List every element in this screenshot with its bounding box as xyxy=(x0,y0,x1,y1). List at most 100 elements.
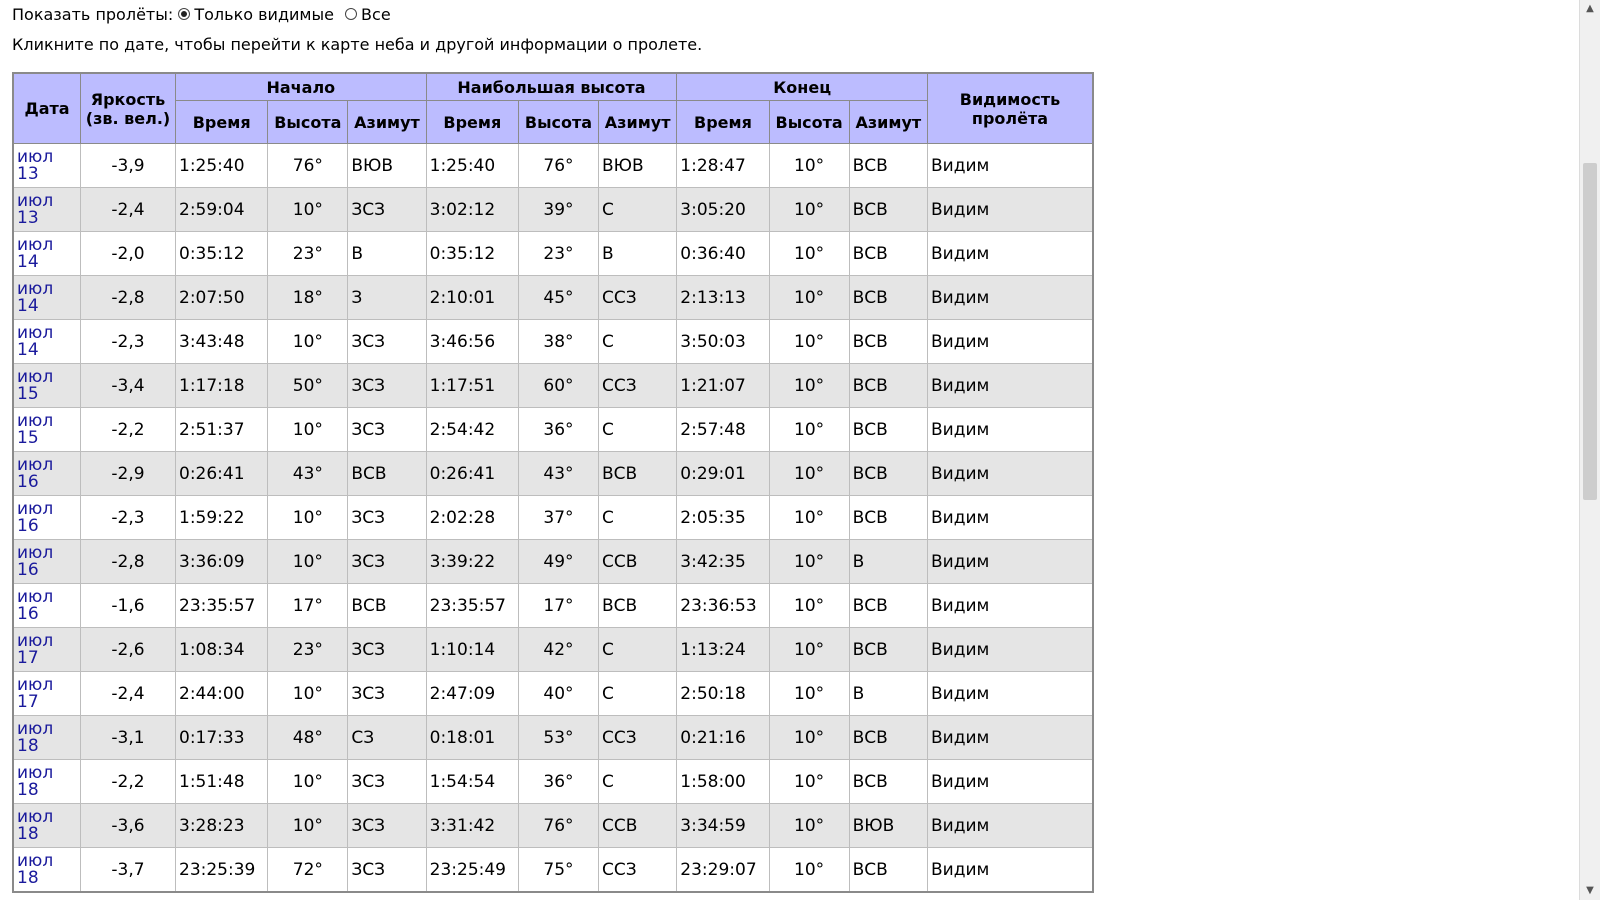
date-cell: июл 17 xyxy=(12,627,81,672)
pass-date-link[interactable]: июл 15 xyxy=(17,411,53,448)
visibility-cell: Видим xyxy=(927,275,1094,320)
end-time-cell: 1:21:07 xyxy=(676,363,770,408)
visibility-cell: Видим xyxy=(927,363,1094,408)
table-row: июл 18 -3,7 23:25:39 72° ЗСЗ 23:25:49 75° ССЗ 23:… xyxy=(12,847,1094,893)
max-azimuth-cell: С xyxy=(597,495,678,540)
pass-date-link[interactable]: июл 13 xyxy=(17,191,53,228)
max-altitude-cell: 36° xyxy=(517,759,599,804)
date-day[interactable]: 18 xyxy=(17,824,39,844)
header-max: Наибольшая высота xyxy=(425,72,678,101)
scrollbar-thumb[interactable] xyxy=(1583,163,1597,500)
pass-date-link[interactable]: июл 14 xyxy=(17,279,53,316)
end-time-cell: 2:57:48 xyxy=(676,407,770,452)
table-row: июл 13 -2,4 2:59:04 10° ЗСЗ 3:02:12 39° С 3:05:20… xyxy=(12,187,1094,232)
radio-visible-checked-icon[interactable] xyxy=(178,8,191,20)
visibility-cell: Видим xyxy=(927,187,1094,232)
filter-option-all-label[interactable]: Все xyxy=(361,5,391,24)
visibility-cell: Видим xyxy=(927,231,1094,276)
start-altitude-cell: 23° xyxy=(267,231,349,276)
start-time-cell: 1:17:18 xyxy=(174,363,269,408)
date-day[interactable]: 18 xyxy=(17,780,39,800)
table-row: июл 15 -3,4 1:17:18 50° ЗСЗ 1:17:51 60° ССЗ 1:21:… xyxy=(12,363,1094,408)
brightness-cell: -2,0 xyxy=(80,231,176,276)
start-altitude-cell: 48° xyxy=(267,715,349,760)
date-day[interactable]: 13 xyxy=(17,164,39,184)
pass-date-link[interactable]: июл 16 xyxy=(17,455,53,492)
pass-date-link[interactable]: июл 14 xyxy=(17,323,53,360)
header-start-time: Время xyxy=(174,100,269,144)
date-day[interactable]: 14 xyxy=(17,340,39,360)
date-cell: июл 18 xyxy=(12,847,81,893)
pass-date-link[interactable]: июл 13 xyxy=(17,147,53,184)
max-azimuth-cell: С xyxy=(597,671,678,716)
brightness-cell: -3,4 xyxy=(80,363,176,408)
pass-date-link[interactable]: июл 14 xyxy=(17,235,53,272)
end-time-cell: 23:36:53 xyxy=(676,583,770,628)
date-day[interactable]: 15 xyxy=(17,384,39,404)
end-altitude-cell: 10° xyxy=(768,627,850,672)
date-day[interactable]: 16 xyxy=(17,516,39,536)
end-time-cell: 0:36:40 xyxy=(676,231,770,276)
start-altitude-cell: 10° xyxy=(267,319,349,364)
header-visibility: Видимость пролёта xyxy=(927,72,1094,144)
pass-date-link[interactable]: июл 17 xyxy=(17,631,53,668)
date-day[interactable]: 14 xyxy=(17,296,39,316)
max-time-cell: 3:46:56 xyxy=(425,319,519,364)
end-altitude-cell: 10° xyxy=(768,143,850,188)
end-altitude-cell: 10° xyxy=(768,715,850,760)
visibility-cell: Видим xyxy=(927,583,1094,628)
date-day[interactable]: 16 xyxy=(17,604,39,624)
start-time-cell: 2:07:50 xyxy=(174,275,269,320)
date-day[interactable]: 13 xyxy=(17,208,39,228)
pass-date-link[interactable]: июл 17 xyxy=(17,675,53,712)
filter-option-visible-label[interactable]: Только видимые xyxy=(194,5,334,24)
end-altitude-cell: 10° xyxy=(768,187,850,232)
date-cell: июл 13 xyxy=(12,143,81,188)
date-day[interactable]: 16 xyxy=(17,472,39,492)
date-day[interactable]: 17 xyxy=(17,692,39,712)
max-altitude-cell: 37° xyxy=(517,495,599,540)
start-azimuth-cell: СЗ xyxy=(347,715,427,760)
max-azimuth-cell: ВСВ xyxy=(597,583,678,628)
header-max-altitude: Высота xyxy=(517,100,599,144)
pass-date-link[interactable]: июл 15 xyxy=(17,367,53,404)
header-start-azimuth: Азимут xyxy=(347,100,427,144)
date-day[interactable]: 16 xyxy=(17,560,39,580)
max-time-cell: 1:25:40 xyxy=(425,143,519,188)
date-day[interactable]: 18 xyxy=(17,736,39,756)
date-day[interactable]: 17 xyxy=(17,648,39,668)
date-day[interactable]: 14 xyxy=(17,252,39,272)
max-altitude-cell: 42° xyxy=(517,627,599,672)
max-altitude-cell: 75° xyxy=(517,847,599,893)
end-azimuth-cell: В xyxy=(848,539,929,584)
start-azimuth-cell: ЗСЗ xyxy=(347,847,427,893)
pass-date-link[interactable]: июл 18 xyxy=(17,763,53,800)
radio-all-icon[interactable] xyxy=(345,8,358,20)
date-cell: июл 13 xyxy=(12,187,81,232)
scroll-up-icon[interactable]: ▲ xyxy=(1580,0,1600,18)
end-time-cell: 2:05:35 xyxy=(676,495,770,540)
table-row: июл 18 -3,6 3:28:23 10° ЗСЗ 3:31:42 76° ССВ 3:34:… xyxy=(12,803,1094,848)
date-cell: июл 16 xyxy=(12,451,81,496)
filter-option-visible[interactable]: Только видимые xyxy=(178,0,334,30)
pass-date-link[interactable]: июл 18 xyxy=(17,807,53,844)
pass-date-link[interactable]: июл 16 xyxy=(17,587,53,624)
scroll-down-icon[interactable]: ▼ xyxy=(1580,882,1600,900)
date-day[interactable]: 18 xyxy=(17,868,39,888)
end-time-cell: 3:42:35 xyxy=(676,539,770,584)
pass-date-link[interactable]: июл 18 xyxy=(17,851,53,888)
brightness-cell: -2,4 xyxy=(80,671,176,716)
start-azimuth-cell: ЗСЗ xyxy=(347,539,427,584)
pass-date-link[interactable]: июл 18 xyxy=(17,719,53,756)
max-azimuth-cell: С xyxy=(597,187,678,232)
date-day[interactable]: 15 xyxy=(17,428,39,448)
pass-date-link[interactable]: июл 16 xyxy=(17,543,53,580)
end-azimuth-cell: ВСВ xyxy=(848,847,929,893)
end-altitude-cell: 10° xyxy=(768,847,850,893)
visibility-cell: Видим xyxy=(927,319,1094,364)
start-altitude-cell: 23° xyxy=(267,627,349,672)
vertical-scrollbar[interactable]: ▲ ▼ xyxy=(1579,0,1600,900)
filter-option-all[interactable]: Все xyxy=(345,0,391,30)
pass-date-link[interactable]: июл 16 xyxy=(17,499,53,536)
start-time-cell: 0:35:12 xyxy=(174,231,269,276)
